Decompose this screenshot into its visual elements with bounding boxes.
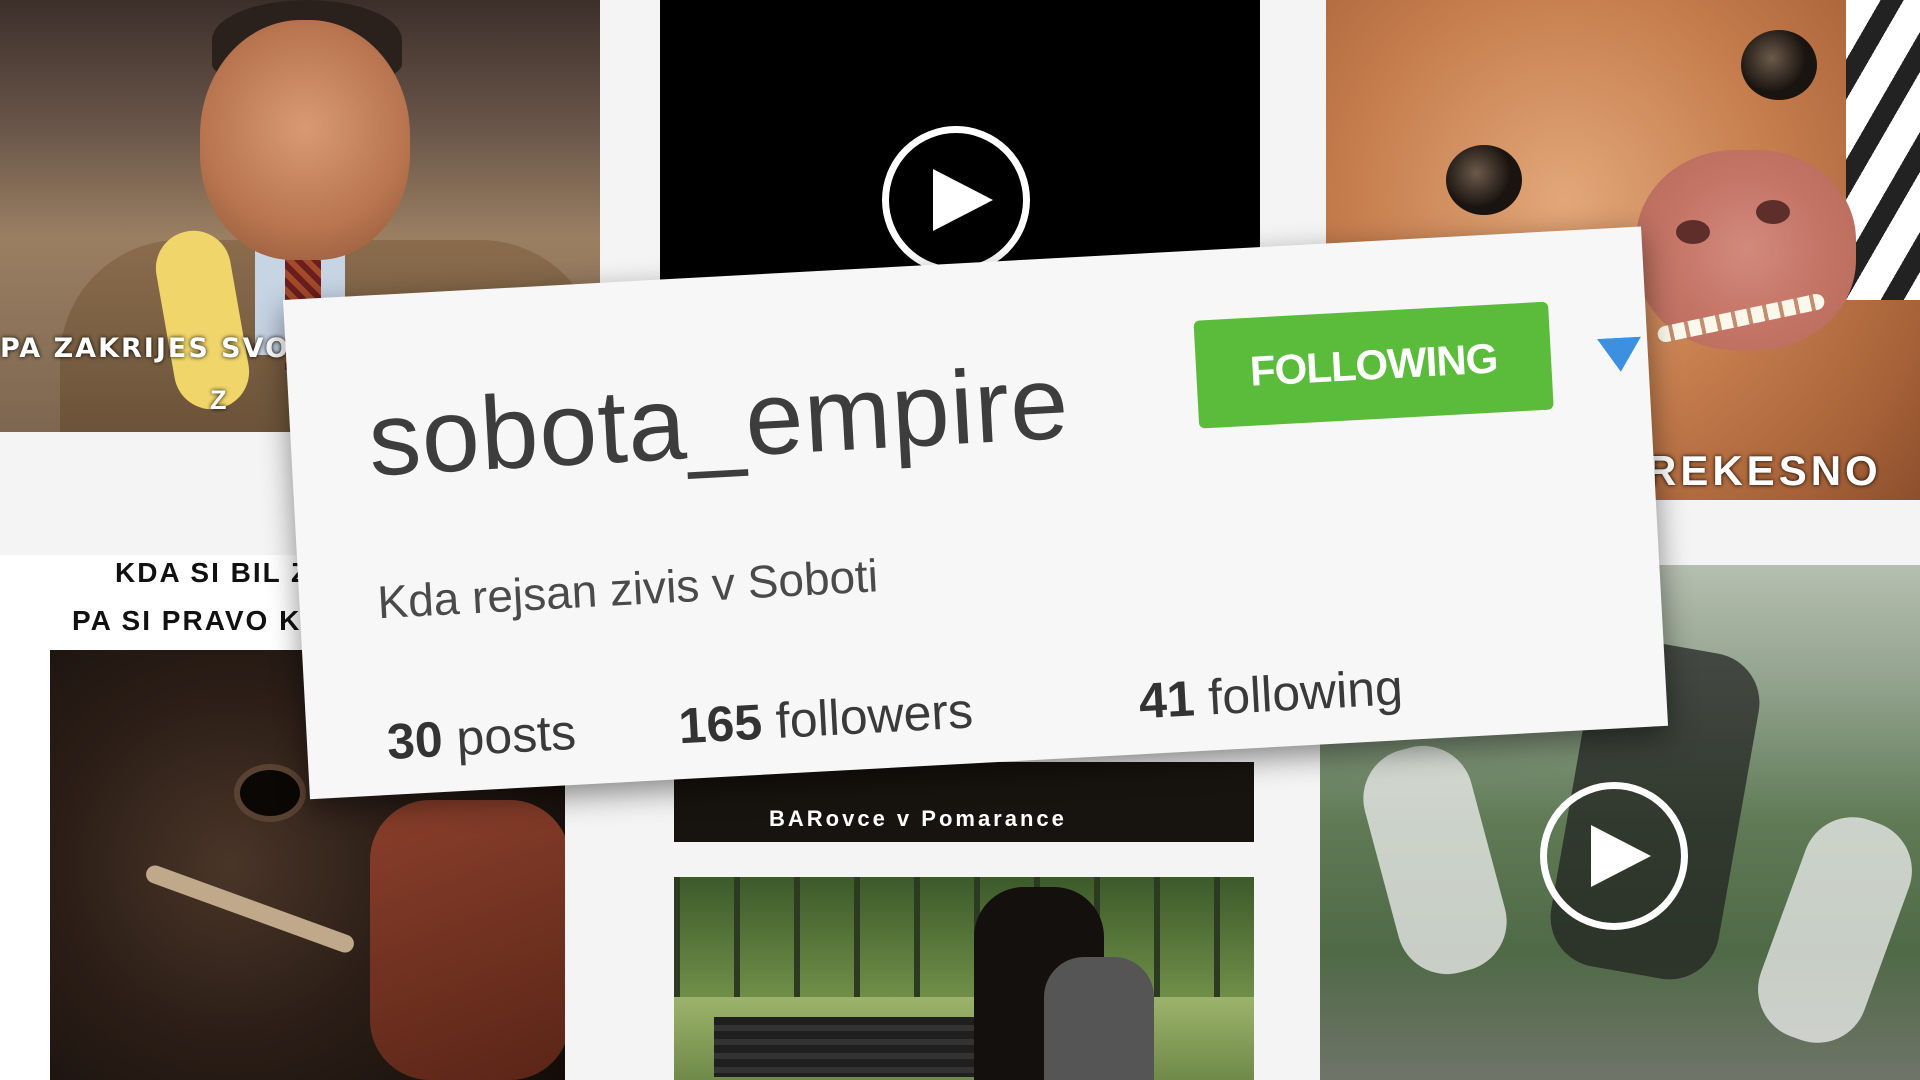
play-icon[interactable] <box>882 126 1030 274</box>
decor <box>143 862 357 956</box>
profile-bio: Kda rejsan zivis v Soboti <box>376 549 880 629</box>
followers-count[interactable]: 165 followers <box>677 681 974 755</box>
post-caption: PA SI PRAVO KA <box>72 605 324 636</box>
post-caption: PA ZAKRIJES SVO <box>0 333 290 364</box>
decor <box>1676 220 1710 244</box>
decor <box>1741 30 1817 100</box>
decor <box>1846 0 1920 300</box>
decor <box>1743 803 1920 1057</box>
post-caption: KDA SI BIL Z <box>115 557 311 588</box>
decor <box>240 770 300 816</box>
decor <box>200 20 410 260</box>
decor <box>1044 957 1154 1080</box>
decor <box>370 800 565 1080</box>
following-count[interactable]: 41 following <box>1137 658 1404 730</box>
posts-number: 30 <box>385 711 445 770</box>
following-button[interactable]: FOLLOWING <box>1193 301 1554 429</box>
following-label: following <box>1206 659 1405 726</box>
post-caption: BARovce v Pomarance <box>769 806 1067 831</box>
followers-number: 165 <box>677 693 764 755</box>
profile-username: sobota_empire <box>365 344 1072 499</box>
decor <box>1446 145 1522 215</box>
post-caption: REKESNO <box>1646 447 1882 494</box>
post-thumbnail-park[interactable] <box>674 877 1254 1080</box>
play-icon[interactable] <box>1540 782 1688 930</box>
posts-label: posts <box>454 703 578 767</box>
decor <box>1352 734 1518 986</box>
profile-header-card: sobota_empire FOLLOWING Kda rejsan zivis… <box>283 226 1669 800</box>
post-caption: Z <box>210 385 231 415</box>
triangle-down-icon[interactable] <box>1597 336 1643 378</box>
posts-count[interactable]: 30 posts <box>385 703 578 771</box>
decor <box>674 877 1254 997</box>
following-number: 41 <box>1137 670 1197 730</box>
decor <box>1756 200 1790 224</box>
followers-label: followers <box>774 682 975 749</box>
